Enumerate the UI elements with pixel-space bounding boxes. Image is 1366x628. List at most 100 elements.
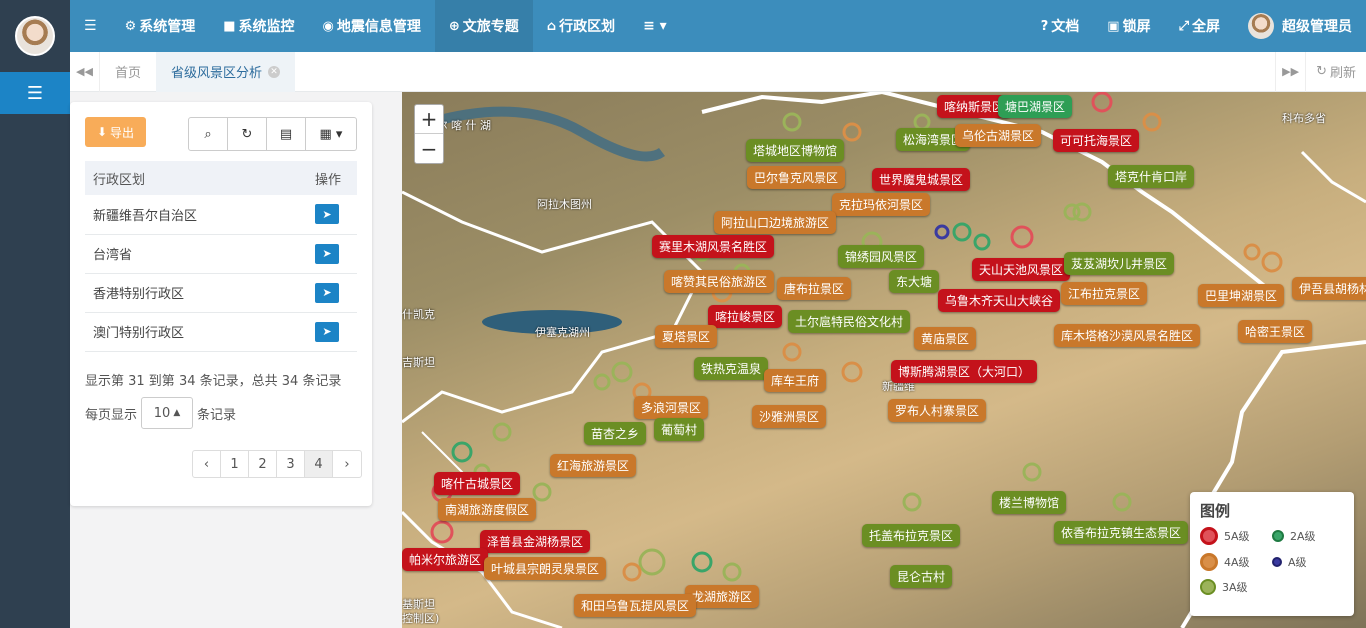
scenic-label[interactable]: 罗布人村寨景区 [888, 399, 987, 422]
tab-scroll-right-button[interactable]: ▶▶ [1275, 51, 1305, 92]
table-row: 台湾省 ➤ [85, 234, 357, 274]
scenic-label[interactable]: 托盖布拉克景区 [862, 524, 961, 547]
scenic-map[interactable]: 乌 尔 喀 什 湖 阿拉木图州 伊塞克湖州 科布多省 什凯克 吉斯坦 基斯坦 控… [402, 92, 1366, 628]
scenic-label[interactable]: 多浪河景区 [634, 396, 709, 419]
page-button[interactable]: 1 [221, 451, 249, 477]
scenic-label[interactable]: 土尔扈特民俗文化村 [788, 310, 911, 333]
nav-docs[interactable]: ? 文档 [1027, 0, 1094, 52]
nav-system-management[interactable]: ⚙ 系统管理 [111, 0, 210, 52]
scenic-label[interactable]: 世界魔鬼城景区 [872, 168, 971, 191]
nav-system-monitor[interactable]: ■ 系统监控 [209, 0, 308, 52]
legend-marker [1200, 527, 1218, 545]
nav-earthquake-info[interactable]: ◉ 地震信息管理 [309, 0, 435, 52]
nav-culture-tourism[interactable]: ⊕ 文旅专题 [434, 0, 533, 52]
scenic-label[interactable]: 哈密王景区 [1238, 320, 1313, 343]
scenic-label[interactable]: 帕米尔旅游区 [402, 548, 489, 571]
scenic-label[interactable]: 江布拉克景区 [1061, 282, 1148, 305]
double-left-arrow-icon: ◀◀ [76, 65, 93, 78]
scenic-label[interactable]: 喀什古城景区 [434, 472, 521, 495]
send-button[interactable]: ➤ [315, 282, 339, 303]
scenic-label[interactable]: 乌伦古湖景区 [955, 124, 1042, 147]
scenic-label[interactable]: 苗杏之乡 [584, 422, 647, 445]
refresh-table-button[interactable]: ↻ [228, 118, 267, 150]
zoom-in-button[interactable]: + [415, 105, 443, 134]
legend-marker [1272, 557, 1282, 567]
scenic-label[interactable]: 铁热克温泉 [694, 357, 769, 380]
grid-icon: ▦ ▾ [319, 126, 343, 142]
scenic-label[interactable]: 伊吾县胡杨林生 [1292, 277, 1366, 300]
send-button[interactable]: ➤ [315, 321, 339, 342]
columns-dropdown-button[interactable]: ▦ ▾ [306, 118, 356, 150]
scenic-label[interactable]: 阿拉山口边境旅游区 [714, 211, 837, 234]
scenic-label[interactable]: 塘巴湖景区 [998, 95, 1073, 118]
scenic-label[interactable]: 天山天池风景区 [972, 258, 1071, 281]
scenic-label[interactable]: 和田乌鲁瓦提风景区 [574, 594, 697, 617]
pagination-info: 显示第 31 到第 34 条记录，总共 34 条记录 [85, 374, 342, 389]
scenic-label[interactable]: 喀赞其民俗旅游区 [664, 270, 775, 293]
scenic-label[interactable]: 东大塘 [889, 270, 940, 293]
nav-lock-screen[interactable]: ▣ 锁屏 [1093, 0, 1164, 52]
scenic-label[interactable]: 黄庙景区 [914, 327, 977, 350]
scenic-label[interactable]: 楼兰博物馆 [992, 491, 1067, 514]
nav-fullscreen[interactable]: ⤢ 全屏 [1165, 0, 1234, 52]
zoom-out-button[interactable]: − [415, 134, 443, 163]
export-button[interactable]: ⬇ 导出 [85, 117, 146, 147]
page-prev-button[interactable]: ‹ [193, 451, 221, 477]
scenic-label[interactable]: 库车王府 [764, 369, 827, 392]
scenic-label[interactable]: 龙湖旅游区 [685, 585, 760, 608]
close-icon[interactable]: ✕ [268, 65, 281, 78]
page-next-button[interactable]: › [333, 451, 361, 477]
refresh-button[interactable]: ↻ 刷新 [1305, 51, 1366, 92]
legend-item: 3A级 [1200, 579, 1272, 595]
scenic-label[interactable]: 昆仑古村 [890, 565, 953, 588]
tab-scroll-left-button[interactable]: ◀◀ [70, 51, 100, 92]
nav-more-dropdown[interactable]: ≡ ▾ [629, 0, 681, 52]
scenic-label[interactable]: 赛里木湖风景名胜区 [652, 235, 775, 258]
nav-user-menu[interactable]: 超级管理员 [1234, 0, 1366, 52]
scenic-label[interactable]: 红海旅游景区 [550, 454, 637, 477]
scenic-label[interactable]: 泽普县金湖杨景区 [480, 530, 591, 553]
column-header-region[interactable]: 行政区划 [85, 161, 307, 195]
scenic-label[interactable]: 南湖旅游度假区 [438, 498, 537, 521]
search-button[interactable]: ⌕ [189, 118, 228, 150]
page-button-current[interactable]: 4 [305, 451, 333, 477]
page-button[interactable]: 2 [249, 451, 277, 477]
scenic-label[interactable]: 夏塔景区 [655, 325, 718, 348]
paper-plane-icon: ➤ [322, 247, 332, 260]
scenic-label[interactable]: 巴里坤湖景区 [1198, 284, 1285, 307]
page-size-select[interactable]: 10 ▲ [141, 397, 194, 429]
tab-home[interactable]: 首页 [100, 52, 156, 92]
geo-label: 什凯克 [402, 308, 435, 321]
tab-scenic-analysis[interactable]: 省级风景区分析 ✕ [156, 51, 296, 92]
scenic-label[interactable]: 唐布拉景区 [777, 277, 852, 300]
list-dropdown-icon: ≡ ▾ [643, 18, 667, 34]
tab-bar: ◀◀ 首页 省级风景区分析 ✕ ▶▶ ↻ 刷新 [70, 51, 1366, 92]
scenic-label[interactable]: 锦绣园风景区 [838, 245, 925, 268]
scenic-label[interactable]: 芨芨湖坎儿井景区 [1064, 252, 1175, 275]
avatar[interactable] [15, 16, 55, 56]
scenic-label[interactable]: 喀拉峻景区 [708, 305, 783, 328]
scenic-label[interactable]: 葡萄村 [654, 418, 705, 441]
menu-toggle-button[interactable]: ☰ [0, 72, 70, 114]
scenic-label[interactable]: 乌鲁木齐天山大峡谷 [938, 289, 1061, 312]
scenic-label[interactable]: 可可托海景区 [1053, 129, 1140, 152]
send-button[interactable]: ➤ [315, 204, 339, 225]
expand-icon: ⤢ [1178, 18, 1189, 34]
nav-admin-division[interactable]: ⌂ 行政区划 [533, 0, 629, 52]
toggle-view-button[interactable]: ▤ [267, 118, 306, 150]
scenic-label[interactable]: 巴尔鲁克风景区 [747, 166, 846, 189]
paper-plane-icon: ➤ [322, 286, 332, 299]
scenic-label[interactable]: 博斯腾湖景区（大河口） [891, 360, 1038, 383]
legend-marker [1200, 579, 1216, 595]
scenic-label[interactable]: 塔城地区博物馆 [746, 139, 845, 162]
page-button[interactable]: 3 [277, 451, 305, 477]
hamburger-button[interactable]: ☰ [70, 0, 111, 52]
send-button[interactable]: ➤ [315, 243, 339, 264]
scenic-label[interactable]: 依香布拉克镇生态景区 [1054, 521, 1189, 544]
scenic-label[interactable]: 克拉玛依河景区 [832, 193, 931, 216]
bank-icon: ⌂ [546, 18, 557, 34]
scenic-label[interactable]: 塔克什肯口岸 [1108, 165, 1195, 188]
scenic-label[interactable]: 沙雅洲景区 [752, 405, 827, 428]
scenic-label[interactable]: 叶城县宗朗灵泉景区 [484, 557, 607, 580]
scenic-label[interactable]: 库木塔格沙漠风景名胜区 [1054, 324, 1201, 347]
